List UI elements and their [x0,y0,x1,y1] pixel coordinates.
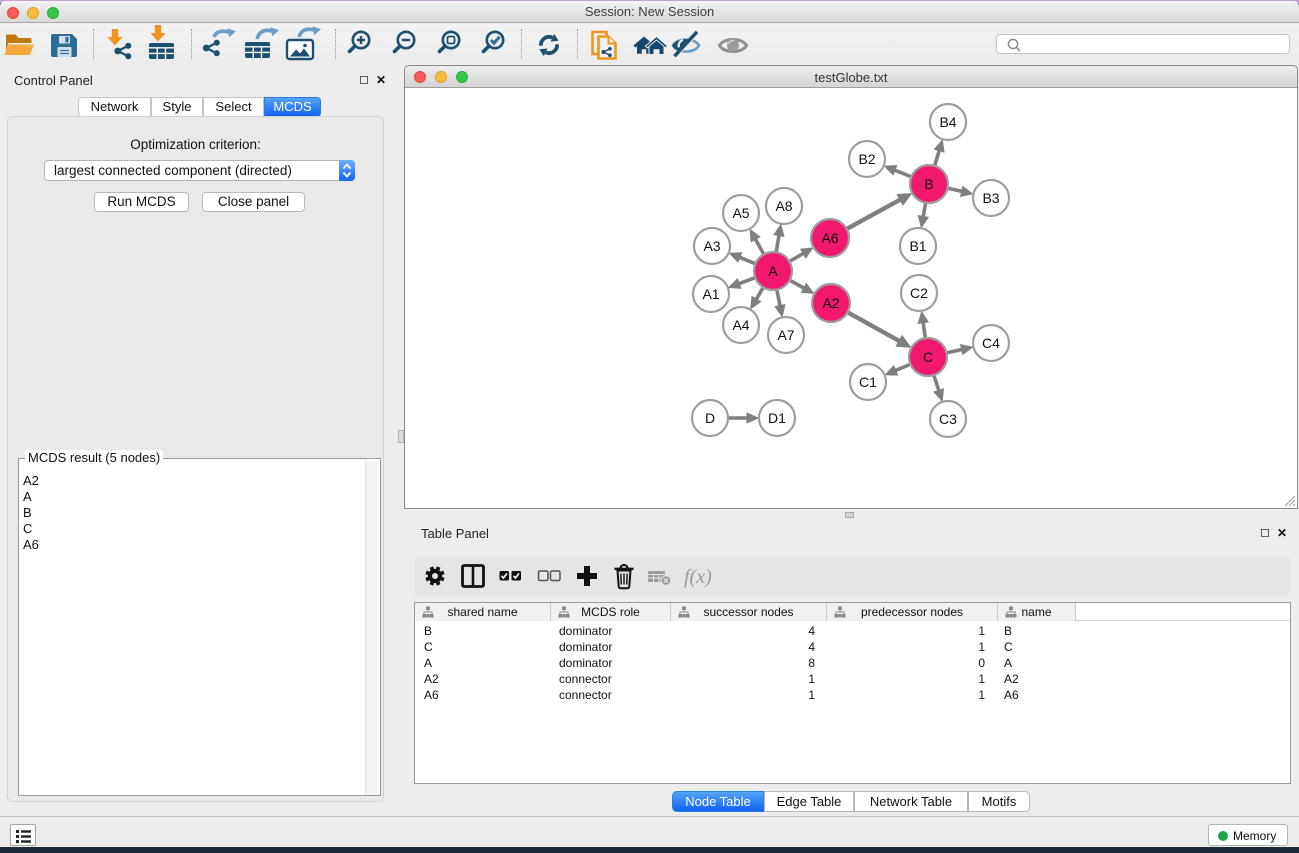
svg-text:C1: C1 [859,374,877,390]
svg-text:B: B [924,176,933,192]
svg-text:A3: A3 [703,238,720,254]
svg-text:f(x): f(x) [684,566,712,588]
svg-text:B4: B4 [939,114,956,130]
svg-text:C2: C2 [910,285,928,301]
svg-text:A5: A5 [732,205,749,221]
svg-text:B2: B2 [858,151,875,167]
svg-text:C3: C3 [939,411,957,427]
svg-text:A7: A7 [777,327,794,343]
svg-text:A6: A6 [821,230,838,246]
svg-text:B1: B1 [909,238,926,254]
svg-text:A4: A4 [732,317,749,333]
svg-text:C: C [923,349,933,365]
svg-text:A1: A1 [702,286,719,302]
svg-text:A: A [768,263,778,279]
svg-text:D: D [705,410,715,426]
svg-text:A2: A2 [822,295,839,311]
svg-text:D1: D1 [768,410,786,426]
svg-text:A8: A8 [775,198,792,214]
svg-text:C4: C4 [982,335,1000,351]
svg-text:B3: B3 [982,190,999,206]
